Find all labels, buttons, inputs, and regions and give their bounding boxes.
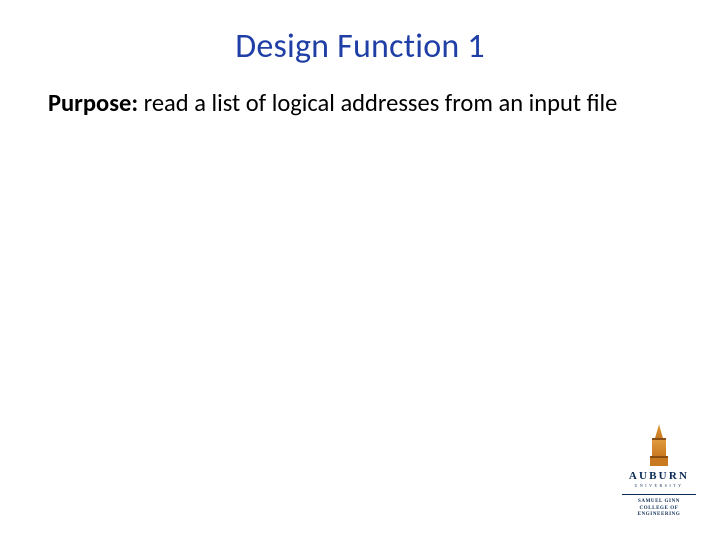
purpose-paragraph: Purpose: read a list of logical addresse… — [48, 89, 672, 119]
logo-college-line2: COLLEGE OF ENGINEERING — [638, 506, 681, 517]
purpose-label: Purpose: — [48, 88, 138, 118]
logo-divider — [622, 494, 696, 495]
slide-title: Design Function 1 — [48, 26, 672, 67]
tower-icon — [622, 424, 696, 466]
logo-college: SAMUEL GINN COLLEGE OF ENGINEERING — [622, 499, 696, 518]
logo-university: AUBURN — [622, 470, 696, 482]
slide: Design Function 1 Purpose: read a list o… — [0, 0, 720, 540]
logo-subtext-university: UNIVERSITY — [622, 483, 696, 488]
auburn-logo: AUBURN UNIVERSITY SAMUEL GINN COLLEGE OF… — [622, 424, 696, 518]
logo-college-line1: SAMUEL GINN — [638, 499, 680, 504]
purpose-text: read a list of logical addresses from an… — [138, 88, 617, 118]
